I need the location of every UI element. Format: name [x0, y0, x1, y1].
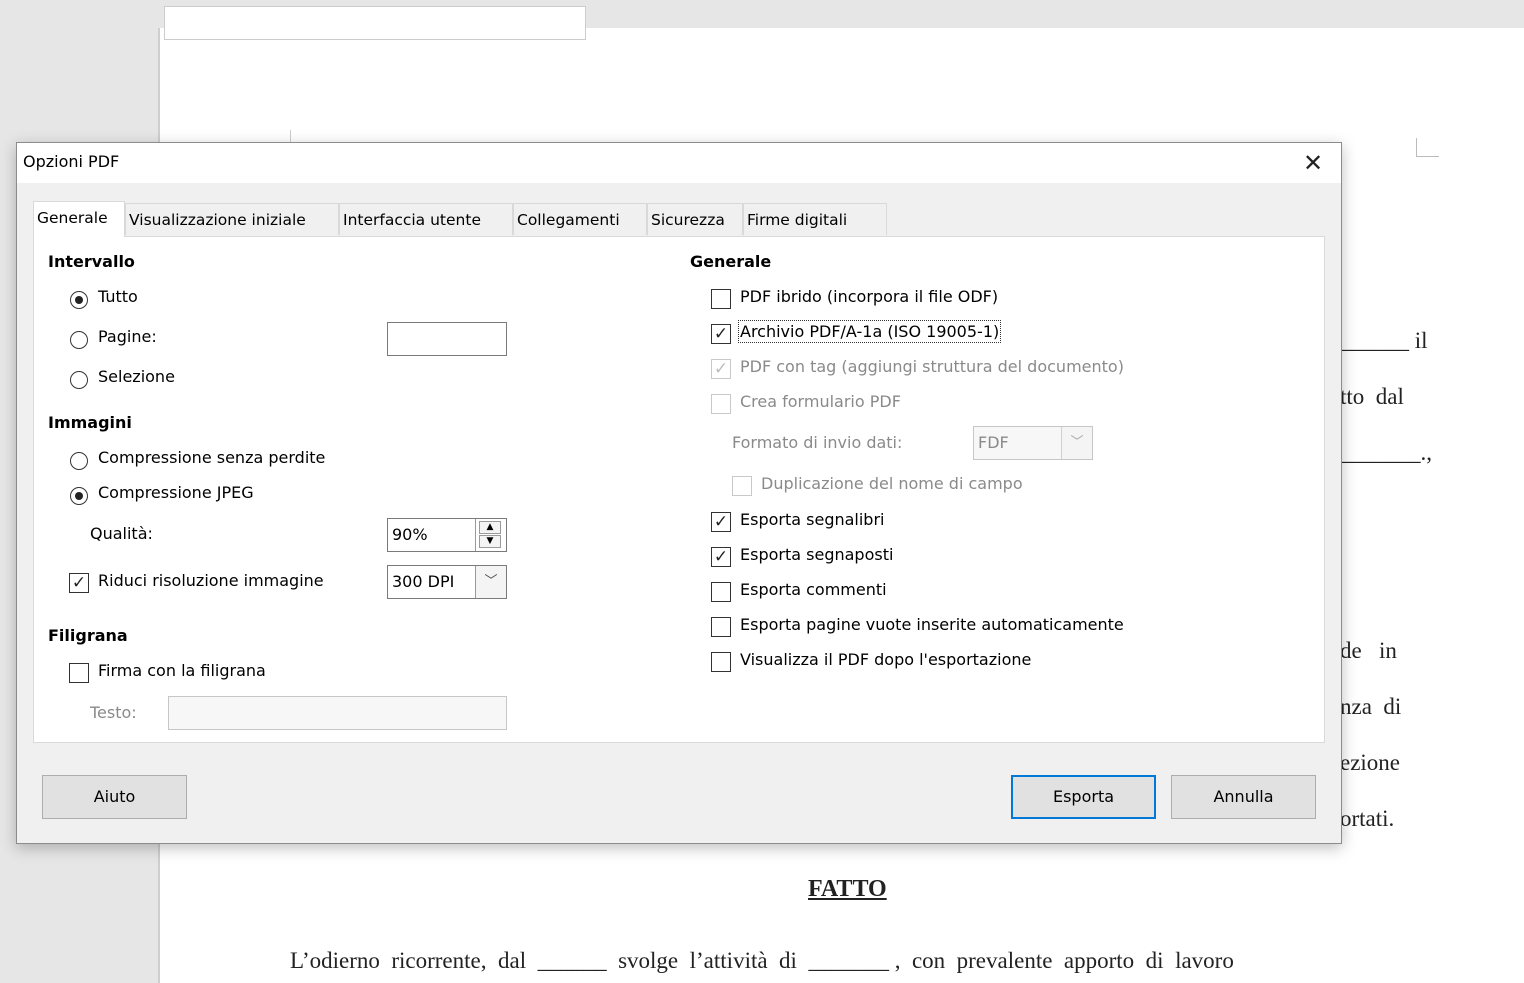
- dialog-titlebar: Opzioni PDF ✕: [17, 143, 1341, 183]
- resolution-value: 300 DPI: [392, 572, 455, 591]
- range-selection-radio[interactable]: [70, 371, 88, 389]
- reduce-resolution-checkbox[interactable]: ✓: [69, 573, 89, 593]
- chevron-down-icon[interactable]: ﹀: [475, 566, 506, 598]
- general-header: Generale: [690, 252, 772, 271]
- submit-format-value: FDF: [978, 433, 1009, 452]
- export-button[interactable]: Esporta: [1011, 775, 1156, 819]
- general-panel: Intervallo Tutto Pagine: Selezione Immag…: [33, 236, 1325, 743]
- document-text-line: _______.,: [1340, 440, 1432, 465]
- images-header: Immagini: [48, 413, 132, 432]
- help-button[interactable]: Aiuto: [42, 775, 187, 819]
- reduce-resolution-label[interactable]: Riduci risoluzione immagine: [98, 571, 324, 590]
- dialog-title: Opzioni PDF: [23, 152, 120, 171]
- export-comments-checkbox[interactable]: [711, 582, 731, 602]
- document-text-line: ______ il: [1340, 328, 1428, 353]
- lossless-label[interactable]: Compressione senza perdite: [98, 448, 325, 467]
- jpeg-radio[interactable]: [70, 487, 88, 505]
- hybrid-pdf-label[interactable]: PDF ibrido (incorpora il file ODF): [740, 287, 998, 306]
- quality-spinner: ▲ ▼: [475, 519, 506, 551]
- view-after-export-checkbox[interactable]: [711, 652, 731, 672]
- watermark-text-input[interactable]: [168, 696, 507, 730]
- create-form-label[interactable]: Crea formulario PDF: [740, 392, 901, 411]
- tab-general[interactable]: Generale: [33, 201, 125, 237]
- submit-format-combobox[interactable]: FDF ﹀: [973, 426, 1093, 460]
- spin-down-icon[interactable]: ▼: [479, 535, 501, 548]
- document-text-line: ezione: [1340, 750, 1401, 775]
- range-selection-label[interactable]: Selezione: [98, 367, 175, 386]
- export-bookmarks-label[interactable]: Esporta segnalibri: [740, 510, 884, 529]
- document-text-line: ortati.: [1340, 806, 1395, 831]
- close-button[interactable]: ✕: [1293, 147, 1333, 179]
- cancel-button[interactable]: Annulla: [1171, 775, 1316, 819]
- range-pages-label[interactable]: Pagine:: [98, 327, 157, 346]
- range-all-label[interactable]: Tutto: [98, 287, 138, 306]
- range-pages-radio[interactable]: [70, 331, 88, 349]
- create-form-checkbox[interactable]: [711, 394, 731, 414]
- watermark-header: Filigrana: [48, 626, 128, 645]
- close-icon: ✕: [1302, 149, 1324, 177]
- export-placeholders-checkbox[interactable]: ✓: [711, 547, 731, 567]
- tab-links[interactable]: Collegamenti: [513, 203, 647, 235]
- document-body-line: L’odierno ricorrente, dal ______ svolge …: [290, 948, 1234, 973]
- page-corner-marker: [1416, 138, 1439, 157]
- spin-up-icon[interactable]: ▲: [479, 521, 501, 534]
- tagged-pdf-label[interactable]: PDF con tag (aggiungi struttura del docu…: [740, 357, 1124, 376]
- pdfa-label[interactable]: Archivio PDF/A-1a (ISO 19005-1): [737, 320, 1002, 343]
- document-header-box[interactable]: [164, 6, 586, 40]
- tagged-pdf-checkbox[interactable]: ✓: [711, 359, 731, 379]
- tab-initial-view[interactable]: Visualizzazione iniziale: [125, 203, 339, 235]
- quality-value: 90%: [392, 525, 428, 544]
- view-after-export-label[interactable]: Visualizza il PDF dopo l'esportazione: [740, 650, 1031, 669]
- document-text-line: de in: [1340, 638, 1397, 663]
- export-blank-pages-label[interactable]: Esporta pagine vuote inserite automatica…: [740, 615, 1124, 634]
- tab-user-interface[interactable]: Interfaccia utente: [339, 203, 513, 235]
- resolution-combobox[interactable]: 300 DPI ﹀: [387, 565, 507, 599]
- watermark-checkbox[interactable]: [69, 663, 89, 683]
- watermark-text-label: Testo:: [90, 703, 137, 722]
- range-header: Intervallo: [48, 252, 135, 271]
- export-blank-pages-checkbox[interactable]: [711, 617, 731, 637]
- export-placeholders-label[interactable]: Esporta segnaposti: [740, 545, 893, 564]
- quality-label: Qualità:: [90, 524, 153, 543]
- pages-input[interactable]: [387, 322, 507, 356]
- chevron-down-icon[interactable]: ﹀: [1061, 427, 1092, 459]
- quality-spinbox[interactable]: 90% ▲ ▼: [387, 518, 507, 552]
- export-comments-label[interactable]: Esporta commenti: [740, 580, 887, 599]
- jpeg-label[interactable]: Compressione JPEG: [98, 483, 254, 502]
- document-heading: FATTO: [808, 876, 887, 902]
- tab-security[interactable]: Sicurezza: [647, 203, 743, 235]
- duplicate-field-names-checkbox[interactable]: [732, 476, 752, 496]
- tab-digital-signatures[interactable]: Firme digitali: [743, 203, 887, 235]
- hybrid-pdf-checkbox[interactable]: [711, 289, 731, 309]
- duplicate-field-names-label[interactable]: Duplicazione del nome di campo: [761, 474, 1023, 493]
- watermark-label[interactable]: Firma con la filigrana: [98, 661, 266, 680]
- document-text-line: nza di: [1340, 694, 1402, 719]
- range-all-radio[interactable]: [70, 291, 88, 309]
- lossless-radio[interactable]: [70, 452, 88, 470]
- pdfa-checkbox[interactable]: ✓: [711, 324, 731, 344]
- document-text-line: tto dal: [1340, 384, 1404, 409]
- export-bookmarks-checkbox[interactable]: ✓: [711, 512, 731, 532]
- submit-format-label: Formato di invio dati:: [732, 433, 903, 452]
- pdf-options-dialog: Opzioni PDF ✕ Generale Visualizzazione i…: [16, 142, 1342, 844]
